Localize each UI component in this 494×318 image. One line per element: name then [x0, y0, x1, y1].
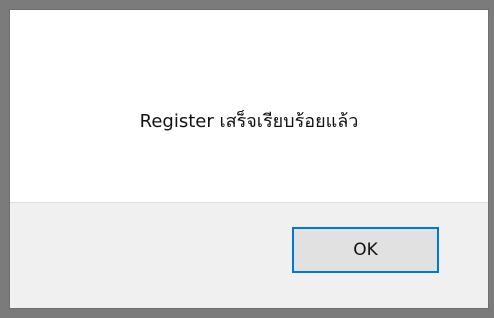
dialog-content: Register เสร็จเรียบร้อยแล้ว — [10, 10, 488, 202]
dialog-message: Register เสร็จเรียบร้อยแล้ว — [139, 111, 359, 132]
ok-button[interactable]: OK — [292, 227, 439, 273]
browser-frame: Register เสร็จเรียบร้อยแล้ว OK — [0, 0, 494, 318]
alert-dialog: Register เสร็จเรียบร้อยแล้ว OK — [9, 9, 489, 309]
dialog-button-bar: OK — [10, 202, 488, 308]
